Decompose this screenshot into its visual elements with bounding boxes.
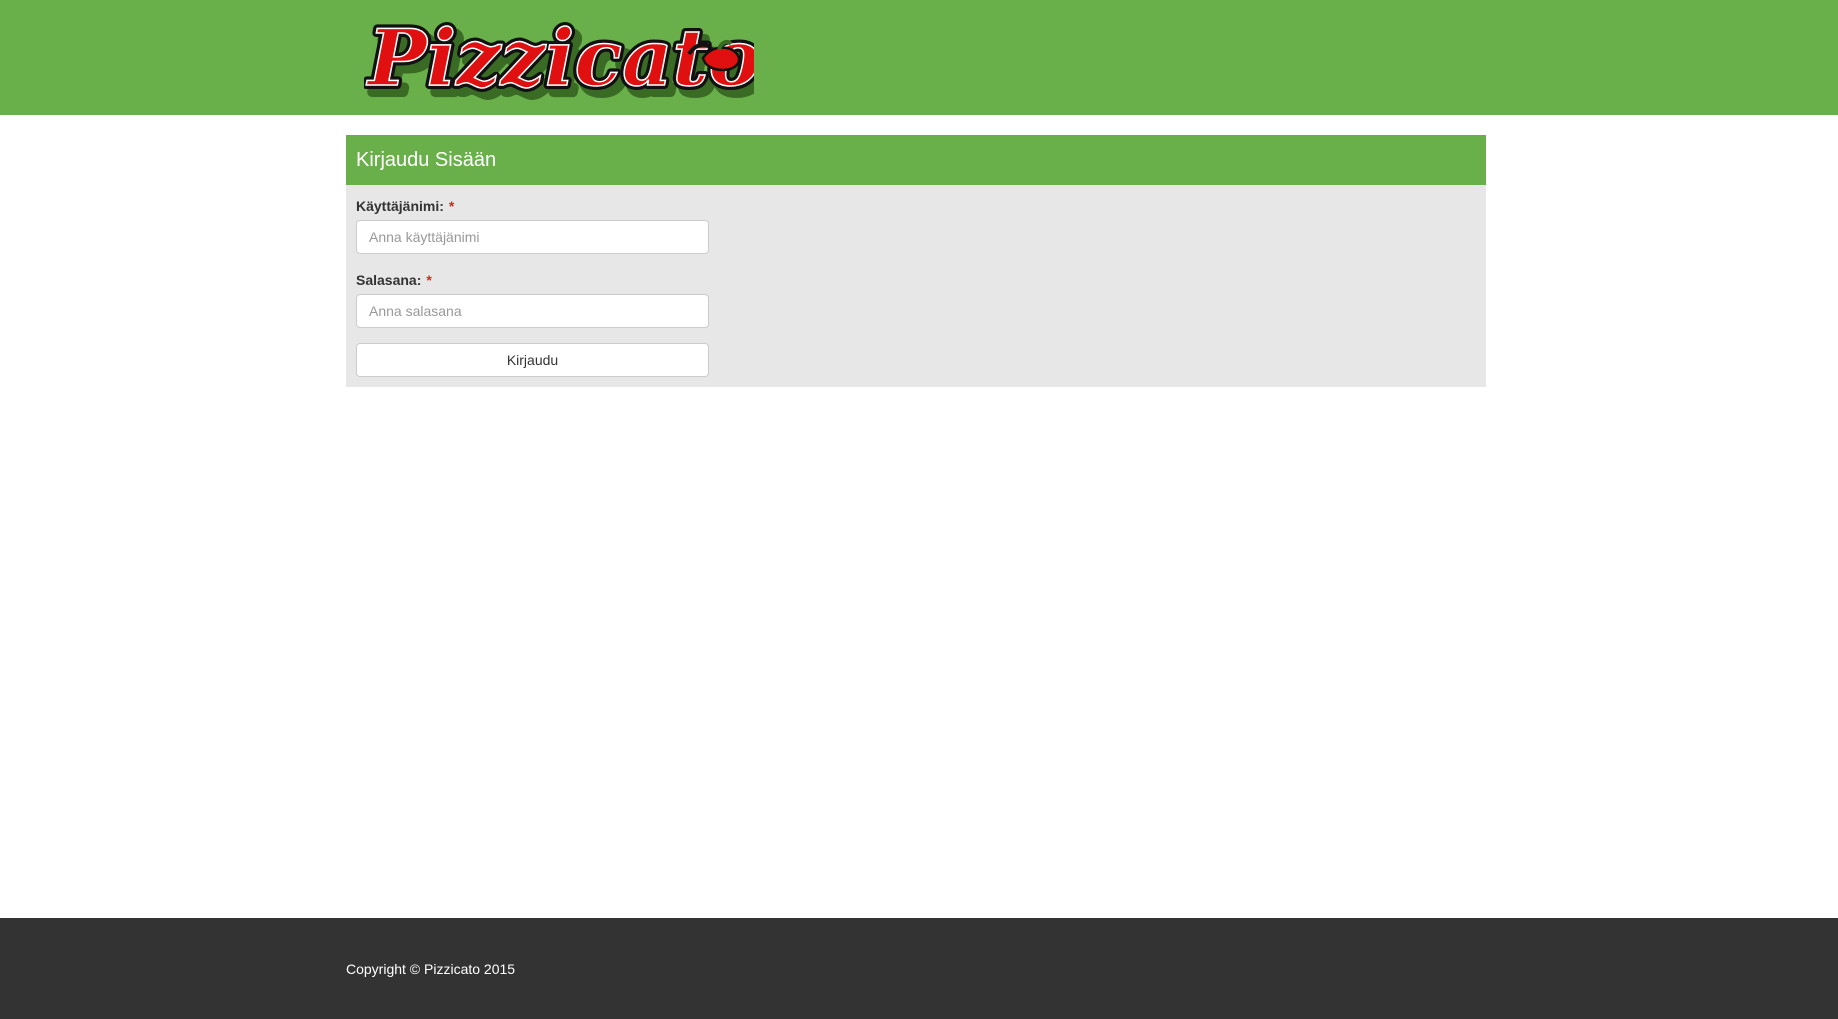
required-marker: * [448,198,455,214]
copyright-text: Copyright © Pizzicato 2015 [346,961,516,977]
password-label-text: Salasana: [356,272,422,288]
password-input[interactable] [356,294,709,328]
login-title: Kirjaudu Sisään [346,135,1486,185]
login-panel: Kirjaudu Sisään Käyttäjänimi:* Salasana:… [346,135,1486,387]
required-marker: * [426,272,432,288]
svg-text:Pizzicato: Pizzicato [366,13,754,104]
login-button[interactable]: Kirjaudu [356,343,709,377]
password-label: Salasana: * [356,270,432,290]
pizzicato-logo[interactable]: Pizzicato Pizzicato Pizzicato [364,2,754,112]
site-footer: Copyright © Pizzicato 2015 [0,918,1838,1019]
site-header: Pizzicato Pizzicato Pizzicato [0,0,1838,115]
username-label: Käyttäjänimi: * [356,196,454,216]
username-input[interactable] [356,220,709,254]
username-label-text: Käyttäjänimi: [356,198,444,214]
